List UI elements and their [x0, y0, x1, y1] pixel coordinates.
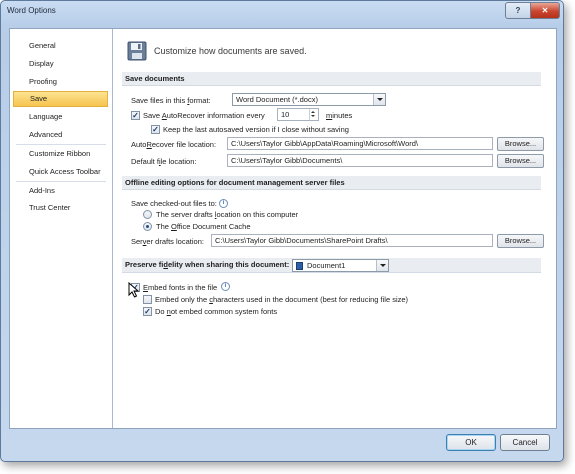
keep-last-autosaved-checkbox[interactable]: ✓: [151, 125, 160, 134]
server-drafts-location-label: Server drafts location:: [131, 237, 204, 246]
document-value: Document1: [307, 261, 346, 270]
sidebar-item-customize-ribbon[interactable]: Customize Ribbon: [13, 146, 108, 162]
sidebar-item-general[interactable]: General: [13, 38, 108, 54]
sidebar-item-proofing[interactable]: Proofing: [13, 74, 108, 90]
server-drafts-option-label: The server drafts location on this compu…: [156, 210, 299, 219]
sidebar-item-save[interactable]: Save: [13, 91, 108, 107]
mouse-pointer-icon: [128, 282, 140, 298]
close-button[interactable]: ✕: [530, 2, 560, 19]
sidebar-item-trust-center[interactable]: Trust Center: [13, 200, 108, 216]
default-location-label: Default file location:: [131, 157, 197, 166]
save-options-panel: Customize how documents are saved. Save …: [113, 29, 556, 428]
ok-button[interactable]: OK: [446, 434, 496, 451]
server-drafts-radio[interactable]: [143, 210, 152, 219]
info-icon: i: [221, 282, 230, 291]
sidebar-item-advanced[interactable]: Advanced: [13, 127, 108, 143]
embed-fonts-label: Embed fonts in the file: [143, 283, 218, 292]
autorecover-browse-button[interactable]: Browse...: [497, 137, 544, 151]
cancel-button[interactable]: Cancel: [500, 434, 550, 451]
word-options-dialog: Word Options ? ✕ General Display Proofin…: [0, 0, 564, 462]
autorecover-minutes-stepper[interactable]: 10: [277, 108, 319, 121]
autorecover-location-label: AutoRecover file location:: [131, 140, 217, 149]
sidebar-item-display[interactable]: Display: [13, 56, 108, 72]
do-not-embed-system-fonts-checkbox[interactable]: ✓: [143, 307, 152, 316]
do-not-embed-system-fonts-label: Do not embed common system fonts: [155, 307, 278, 316]
section-offline-editing: Offline editing options for document man…: [122, 176, 541, 190]
chevron-down-icon: [376, 260, 388, 271]
office-cache-option-label: The Office Document Cache: [156, 222, 251, 231]
chevron-down-icon: [373, 94, 385, 105]
spin-arrows-icon[interactable]: [309, 109, 318, 120]
default-location-field[interactable]: C:\Users\Taylor Gibb\Documents\: [227, 154, 493, 167]
keep-last-autosaved-label: Keep the last autosaved version if I clo…: [163, 125, 349, 134]
document-select[interactable]: Document1: [292, 259, 389, 272]
file-format-select[interactable]: Word Document (*.docx): [232, 93, 386, 106]
help-icon: ?: [515, 6, 521, 15]
server-drafts-location-field[interactable]: C:\Users\Taylor Gibb\Documents\SharePoin…: [211, 234, 493, 247]
embed-only-used-characters-label: Embed only the characters used in the do…: [155, 295, 409, 304]
autorecover-checkbox[interactable]: ✓: [131, 111, 140, 120]
help-button[interactable]: ?: [505, 2, 531, 19]
embed-only-used-characters-checkbox[interactable]: [143, 295, 152, 304]
office-cache-radio[interactable]: [143, 222, 152, 231]
info-icon: i: [219, 199, 228, 208]
sidebar-divider: [16, 181, 106, 182]
save-disk-icon: [127, 41, 147, 61]
page-heading: Customize how documents are saved.: [154, 46, 307, 56]
sidebar: General Display Proofing Save Language A…: [10, 29, 113, 428]
checked-out-label: Save checked-out files to:: [131, 199, 217, 208]
section-save-documents: Save documents: [122, 72, 541, 86]
default-browse-button[interactable]: Browse...: [497, 154, 544, 168]
word-document-icon: [296, 262, 303, 270]
close-icon: ✕: [541, 6, 549, 15]
autorecover-label: Save AutoRecover information every: [143, 111, 265, 120]
title-bar[interactable]: Word Options ? ✕: [1, 1, 563, 23]
autorecover-minutes-value: 10: [281, 110, 290, 119]
sidebar-divider: [16, 144, 106, 145]
options-frame: General Display Proofing Save Language A…: [9, 28, 557, 429]
file-format-value: Word Document (*.docx): [236, 95, 318, 104]
minutes-label: minutes: [326, 111, 353, 120]
sidebar-item-quick-access-toolbar[interactable]: Quick Access Toolbar: [13, 164, 108, 180]
window-title: Word Options: [7, 6, 56, 15]
autorecover-location-field[interactable]: C:\Users\Taylor Gibb\AppData\Roaming\Mic…: [227, 137, 493, 150]
format-label: Save files in this format:: [131, 96, 211, 105]
server-drafts-browse-button[interactable]: Browse...: [497, 234, 544, 248]
sidebar-item-language[interactable]: Language: [13, 109, 108, 125]
sidebar-item-add-ins[interactable]: Add-Ins: [13, 183, 108, 199]
